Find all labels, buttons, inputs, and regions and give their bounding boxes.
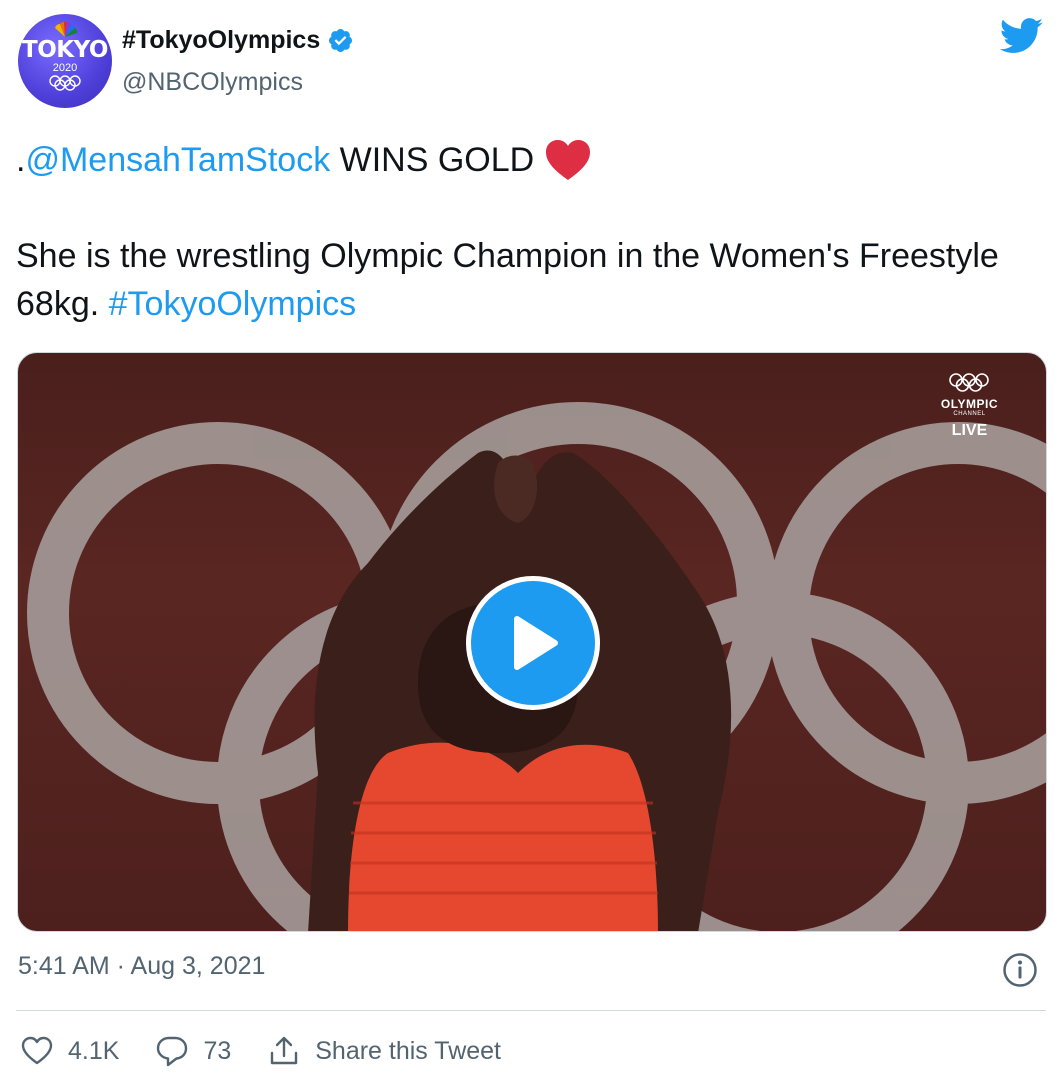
info-icon[interactable]	[1002, 952, 1038, 988]
play-icon	[514, 616, 558, 670]
display-name-text: #TokyoOlympics	[122, 26, 321, 54]
heart-icon	[21, 1036, 53, 1065]
tweet-prefix: .	[16, 141, 26, 179]
mention-link[interactable]: @MensahTamStock	[25, 136, 330, 184]
avatar-year: 2020	[52, 62, 78, 74]
channel-name: OLYMPIC	[940, 397, 998, 411]
verified-badge-icon	[329, 28, 353, 53]
play-button[interactable]	[466, 576, 600, 710]
share-button[interactable]: Share this Tweet	[267, 1034, 501, 1068]
author-handle[interactable]: @NBCOlympics	[122, 68, 303, 97]
tweet-actions: 4.1K 73 Share this Tweet	[20, 1034, 537, 1068]
red-heart-icon	[546, 140, 591, 180]
reply-icon	[157, 1036, 188, 1067]
live-label: LIVE	[951, 422, 988, 439]
divider	[16, 1010, 1046, 1011]
channel-sub: CHANNEL	[953, 411, 986, 417]
olympic-rings-icon	[49, 75, 81, 91]
peacock-icon	[55, 22, 78, 37]
like-button[interactable]: 4.1K	[20, 1034, 119, 1068]
tweet-body: She is the wrestling Olympic Champion in…	[16, 232, 1036, 328]
video-player[interactable]: OLYMPIC CHANNEL LIVE	[17, 352, 1047, 932]
twitter-bird-icon[interactable]	[1000, 18, 1044, 54]
avatar-title: TOKYO	[22, 37, 108, 63]
reply-button[interactable]: 73	[155, 1034, 231, 1068]
tweet-headline-text: WINS GOLD	[330, 141, 535, 179]
like-count: 4.1K	[68, 1036, 120, 1065]
tweet-text: . @MensahTamStock WINS GOLD She is the wr…	[16, 136, 1036, 328]
tweet-headline: . @MensahTamStock WINS GOLD	[16, 136, 1036, 184]
tweet-timestamp[interactable]: 5:41 AM · Aug 3, 2021	[18, 952, 265, 981]
share-label: Share this Tweet	[315, 1036, 502, 1065]
reply-count: 73	[203, 1036, 232, 1065]
avatar[interactable]: TOKYO 2020	[18, 14, 112, 108]
olympic-rings-icon	[949, 373, 990, 392]
share-icon	[271, 1036, 298, 1065]
hashtag-link[interactable]: #TokyoOlympics	[109, 285, 357, 323]
channel-badge: OLYMPIC CHANNEL LIVE	[941, 373, 998, 440]
display-name[interactable]: #TokyoOlympics	[122, 26, 354, 55]
